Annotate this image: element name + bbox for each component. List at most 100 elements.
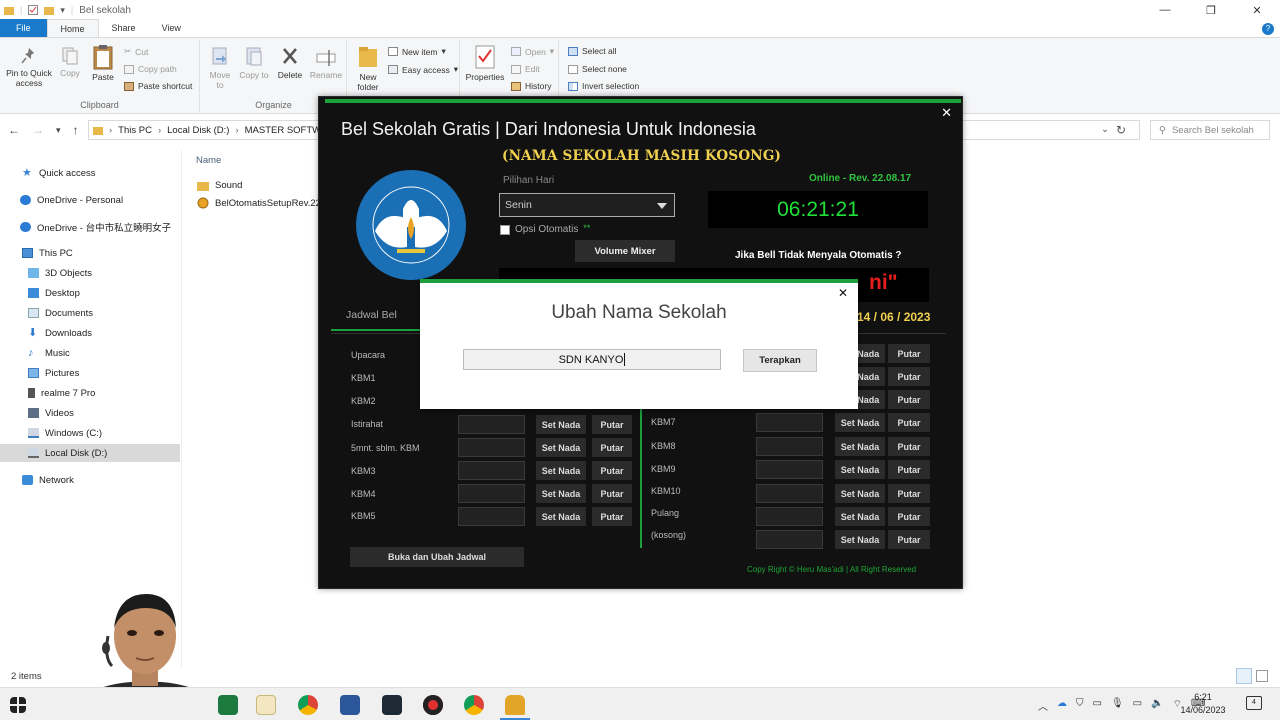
close-icon[interactable]: ✕ — [1234, 0, 1280, 20]
volume-icon[interactable]: 🔈 — [1151, 698, 1163, 713]
column-header-name[interactable]: Name — [196, 155, 221, 166]
putar-button[interactable]: Putar — [888, 413, 930, 432]
address-dropdown-icon[interactable]: ⌄ — [1101, 124, 1109, 135]
back-arrow-icon[interactable]: ← — [8, 123, 20, 137]
paste-button[interactable]: Paste — [88, 44, 118, 82]
nav-item-onedrive-personal[interactable]: OneDrive - Personal — [0, 191, 180, 209]
time-input-pulang[interactable] — [756, 507, 823, 526]
nav-item-music[interactable]: ♪ Music — [0, 344, 180, 362]
minimize-icon[interactable]: — — [1142, 0, 1188, 20]
bell-app-icon[interactable] — [505, 695, 525, 715]
putar-button[interactable]: Putar — [592, 507, 632, 526]
terapkan-button[interactable]: Terapkan — [743, 349, 817, 372]
chrome-icon[interactable] — [464, 695, 484, 715]
time-input-kbm10[interactable] — [756, 484, 823, 503]
nav-item-local-disk-d[interactable]: Local Disk (D:) — [0, 444, 180, 462]
onedrive-icon[interactable]: ☁ — [1057, 698, 1067, 713]
shield-icon[interactable]: ⛉ — [1076, 698, 1084, 713]
move-to-button[interactable]: Move to — [205, 46, 235, 90]
tab-file[interactable]: File — [0, 19, 47, 37]
chevron-up-icon[interactable]: ︿ — [1038, 698, 1048, 713]
breadcrumb-local-disk[interactable]: Local Disk (D:) — [167, 125, 229, 136]
copy-path-button[interactable]: Copy path — [124, 64, 177, 74]
history-button[interactable]: History — [511, 81, 551, 91]
maximize-icon[interactable]: ❐ — [1188, 0, 1234, 20]
nav-item-this-pc[interactable]: This PC — [0, 244, 180, 262]
properties-button[interactable]: Properties — [465, 44, 505, 82]
copy-button[interactable]: Copy — [56, 46, 84, 78]
time-input-kbm4[interactable] — [458, 484, 525, 503]
opsi-otomatis-checkbox[interactable] — [500, 224, 510, 235]
excel-icon[interactable] — [218, 695, 238, 715]
nav-item-downloads[interactable]: ⬇ Downloads — [0, 324, 180, 342]
refresh-icon[interactable]: ↻ — [1116, 123, 1126, 137]
school-name-input[interactable]: SDN KANYO — [463, 349, 721, 370]
details-view-icon[interactable] — [1236, 668, 1252, 684]
chrome-icon[interactable] — [298, 695, 318, 715]
putar-button[interactable]: Putar — [592, 438, 632, 457]
new-folder-icon[interactable] — [44, 6, 55, 15]
set-nada-button[interactable]: Set Nada — [536, 461, 586, 480]
nav-item-network[interactable]: Network — [0, 471, 180, 489]
breadcrumb-this-pc[interactable]: This PC — [118, 125, 152, 136]
time-input-kosong[interactable] — [756, 530, 823, 549]
cut-button[interactable]: ✂ Cut — [124, 46, 148, 57]
set-nada-button[interactable]: Set Nada — [536, 507, 586, 526]
nav-item-3d-objects[interactable]: 3D Objects — [0, 264, 180, 282]
tab-jadwal-bel[interactable]: Jadwal Bel — [331, 309, 421, 331]
putar-button[interactable]: Putar — [888, 530, 930, 549]
list-item[interactable]: BelOtomatisSetupRev.22 — [197, 197, 322, 209]
nav-item-windows-c[interactable]: Windows (C:) — [0, 424, 180, 442]
media-player-icon[interactable] — [256, 695, 276, 715]
nav-item-quick-access[interactable]: ★ Quick access — [0, 164, 180, 182]
select-none-button[interactable]: Select none — [568, 64, 627, 74]
large-icons-view-icon[interactable] — [1256, 670, 1268, 682]
putar-button[interactable]: Putar — [888, 344, 930, 363]
tab-view[interactable]: View — [149, 19, 194, 37]
volume-mixer-button[interactable]: Volume Mixer — [575, 240, 675, 262]
set-nada-button[interactable]: Set Nada — [835, 437, 885, 456]
nav-item-realme-7-pro[interactable]: realme 7 Pro — [0, 384, 180, 402]
list-item[interactable]: Sound — [197, 180, 322, 191]
record-icon[interactable] — [423, 695, 443, 715]
day-select[interactable]: Senin — [499, 193, 675, 217]
time-input-kbm9[interactable] — [756, 460, 823, 479]
open-button[interactable]: Open ▾ — [511, 46, 554, 57]
putar-button[interactable]: Putar — [592, 484, 632, 503]
set-nada-button[interactable]: Set Nada — [835, 460, 885, 479]
battery-icon[interactable]: ▭ — [1133, 698, 1142, 713]
microphone-icon[interactable]: 🎙 — [1111, 698, 1124, 713]
forward-arrow-icon[interactable]: → — [32, 123, 44, 137]
edit-button[interactable]: Edit — [511, 64, 540, 74]
nav-item-pictures[interactable]: Pictures — [0, 364, 180, 382]
editor-app-icon[interactable] — [382, 695, 402, 715]
search-input[interactable]: ⚲ Search Bel sekolah — [1150, 120, 1270, 140]
word-icon[interactable] — [340, 695, 360, 715]
time-input-istirahat[interactable] — [458, 415, 525, 434]
tab-share[interactable]: Share — [99, 19, 149, 37]
set-nada-button[interactable]: Set Nada — [835, 413, 885, 432]
school-name[interactable]: (NAMA SEKOLAH MASIH KOSONG) — [502, 148, 781, 164]
new-folder-button[interactable]: New folder — [352, 44, 384, 92]
putar-button[interactable]: Putar — [592, 415, 632, 434]
time-input-kbm5[interactable] — [458, 507, 525, 526]
time-input-kbm7[interactable] — [756, 413, 823, 432]
recent-locations-icon[interactable]: ▾ — [56, 125, 61, 137]
easy-access-button[interactable]: Easy access ▾ — [388, 64, 458, 75]
pin-to-quick-access-button[interactable]: Pin to Quick access — [4, 46, 54, 88]
set-nada-button[interactable]: Set Nada — [835, 530, 885, 549]
taskbar-clock[interactable]: 6:21 14/06/2023 — [1173, 691, 1233, 717]
paste-shortcut-button[interactable]: Paste shortcut — [124, 81, 192, 91]
set-nada-button[interactable]: Set Nada — [536, 438, 586, 457]
new-item-button[interactable]: New item ▾ — [388, 46, 446, 57]
notification-icon[interactable]: 4 — [1246, 696, 1262, 710]
copy-to-button[interactable]: Copy to — [239, 46, 269, 80]
nav-item-videos[interactable]: Videos — [0, 404, 180, 422]
properties-icon[interactable] — [28, 5, 39, 15]
select-all-button[interactable]: Select all — [568, 46, 617, 56]
rename-button[interactable]: Rename — [309, 46, 343, 80]
breadcrumb-master-software[interactable]: MASTER SOFTW — [245, 125, 322, 136]
putar-button[interactable]: Putar — [888, 507, 930, 526]
putar-button[interactable]: Putar — [888, 460, 930, 479]
time-input-5mnt[interactable] — [458, 438, 525, 457]
